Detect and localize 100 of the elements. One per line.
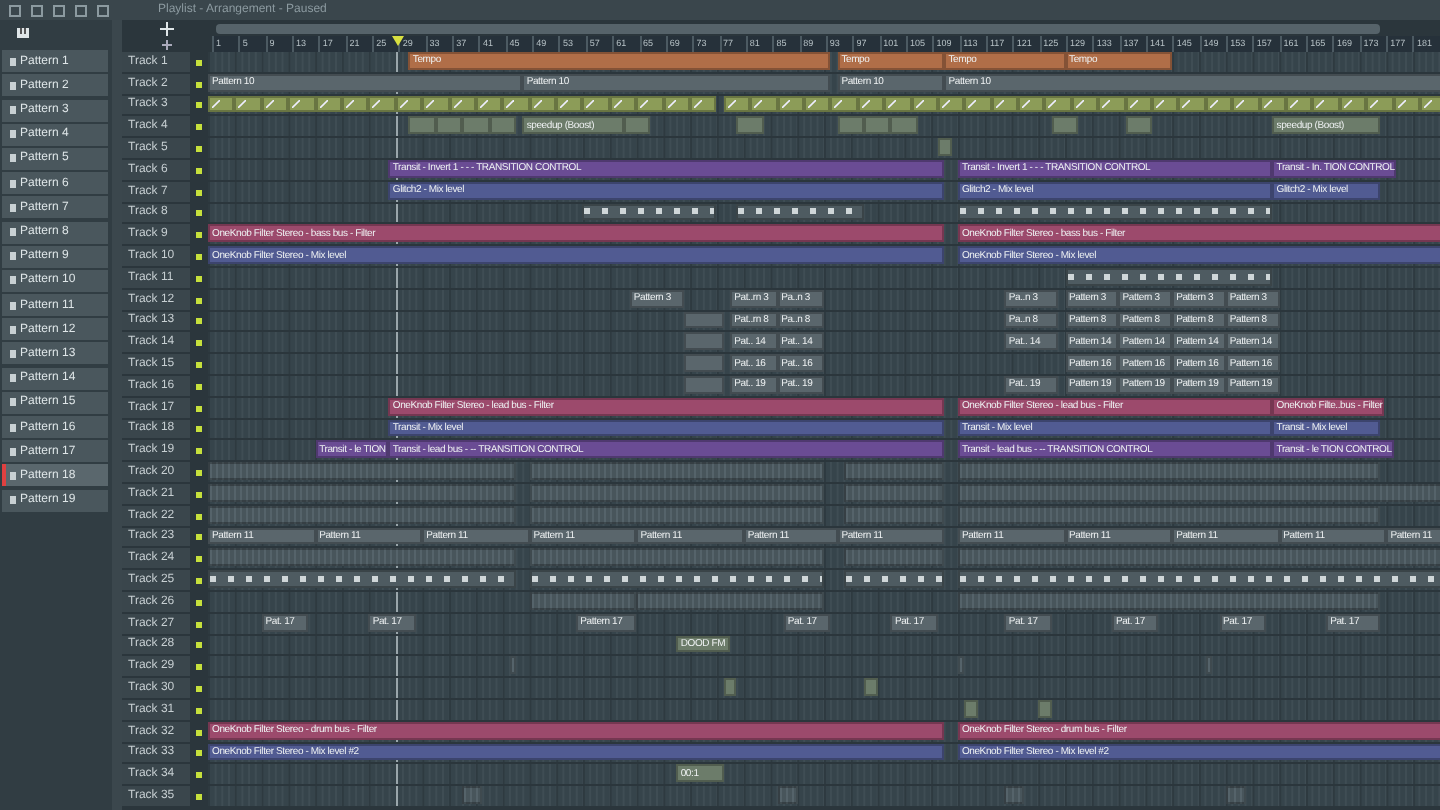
curve-icon: [345, 99, 354, 108]
audio-clip[interactable]: [489, 116, 516, 135]
track-led[interactable]: [196, 362, 202, 369]
track-led[interactable]: [196, 664, 202, 671]
track-led[interactable]: [196, 707, 202, 714]
pattern-clip[interactable]: [683, 354, 724, 372]
move-icon[interactable]: [160, 21, 174, 35]
audio-clip[interactable]: [462, 116, 490, 135]
track-led[interactable]: [196, 448, 202, 455]
track-led[interactable]: [196, 491, 202, 498]
track-led[interactable]: [196, 534, 202, 541]
audio-clip[interactable]: [864, 116, 891, 135]
audio-clip[interactable]: [937, 138, 952, 156]
audio-clip[interactable]: [1225, 786, 1246, 804]
track-led[interactable]: [196, 59, 202, 66]
note-clip[interactable]: [529, 570, 824, 588]
audio-clip[interactable]: [208, 548, 516, 567]
pattern-icon: [10, 496, 16, 505]
pattern-icon: [10, 447, 16, 456]
track-led[interactable]: [196, 167, 202, 174]
track-led[interactable]: [196, 556, 202, 563]
curve-icon: [1236, 99, 1245, 108]
audio-clip[interactable]: [864, 678, 878, 696]
pattern-icon: [10, 398, 16, 407]
curve-icon: [1397, 99, 1406, 108]
track-led[interactable]: [196, 426, 202, 433]
audio-clip[interactable]: [837, 116, 865, 135]
curve-icon: [506, 99, 515, 108]
track-led[interactable]: [196, 621, 202, 628]
curve-icon: [754, 99, 763, 108]
audio-clip[interactable]: [623, 116, 650, 135]
track-led[interactable]: [196, 686, 202, 692]
plus-icon[interactable]: [160, 37, 174, 51]
audio-clip[interactable]: [723, 678, 737, 696]
track-led[interactable]: [196, 102, 202, 109]
curve-icon: [915, 99, 924, 108]
audio-clip[interactable]: [957, 462, 1380, 480]
curve-icon: [1343, 99, 1352, 108]
track-led[interactable]: [196, 254, 202, 261]
curve-icon: [968, 99, 977, 108]
track-led[interactable]: [196, 81, 202, 88]
note-clip[interactable]: [844, 570, 945, 588]
track-led[interactable]: [196, 772, 202, 779]
pattern-icon: [10, 301, 16, 310]
track-led[interactable]: [196, 578, 202, 585]
note-clip[interactable]: [957, 570, 1440, 588]
track-led[interactable]: [196, 470, 202, 477]
track-led[interactable]: [196, 405, 202, 412]
audio-clip[interactable]: [777, 786, 798, 804]
curve-icon: [1075, 99, 1084, 108]
audio-clip[interactable]: [435, 116, 463, 135]
pattern-icon: [10, 276, 16, 285]
pattern-icon: [10, 349, 16, 358]
track-led[interactable]: [196, 146, 202, 153]
overview-scrollbar[interactable]: [216, 24, 1380, 34]
audio-clip[interactable]: [529, 462, 824, 480]
audio-clip[interactable]: [844, 548, 945, 567]
pattern-clip[interactable]: [683, 332, 724, 351]
track-led[interactable]: [196, 297, 202, 304]
track-led[interactable]: [196, 210, 202, 217]
track-led[interactable]: [196, 340, 202, 347]
pattern-icon: [10, 471, 16, 480]
track-led[interactable]: [196, 383, 202, 390]
curve-icon: [1370, 99, 1379, 108]
audio-clip[interactable]: [1051, 116, 1079, 135]
curve-icon: [292, 99, 301, 108]
audio-clip[interactable]: [208, 462, 516, 480]
curve-icon: [1316, 99, 1325, 108]
audio-clip[interactable]: [957, 548, 1440, 567]
audio-clip[interactable]: [890, 116, 918, 135]
track-led[interactable]: [196, 513, 202, 520]
audio-clip[interactable]: [462, 786, 483, 804]
track-led[interactable]: [196, 189, 202, 196]
curve-icon: [1102, 99, 1111, 108]
curve-icon: [212, 99, 220, 108]
curve-icon: [727, 99, 736, 108]
curve-icon: [834, 99, 843, 108]
note-clip[interactable]: [208, 570, 516, 588]
track-led[interactable]: [196, 793, 202, 800]
track-led[interactable]: [196, 275, 202, 282]
pattern-icon: [10, 57, 16, 66]
audio-clip[interactable]: [1004, 786, 1025, 804]
audio-clip[interactable]: [1125, 116, 1153, 135]
curve-icon: [453, 99, 462, 108]
track-led[interactable]: [196, 232, 202, 239]
curve-icon: [479, 99, 488, 108]
track-led[interactable]: [196, 599, 202, 606]
audio-clip[interactable]: [736, 116, 764, 135]
audio-clip[interactable]: [529, 548, 824, 567]
track-led[interactable]: [196, 642, 202, 649]
track-led[interactable]: [196, 750, 202, 757]
piano-icon[interactable]: [16, 25, 30, 39]
track-led[interactable]: [196, 318, 202, 325]
curve-icon: [1423, 99, 1432, 108]
audio-clip[interactable]: [408, 116, 436, 135]
curve-icon: [372, 99, 381, 108]
track-led[interactable]: [196, 124, 202, 131]
track-led[interactable]: [196, 729, 202, 736]
curve-icon: [1129, 99, 1138, 108]
audio-clip[interactable]: [844, 462, 945, 480]
